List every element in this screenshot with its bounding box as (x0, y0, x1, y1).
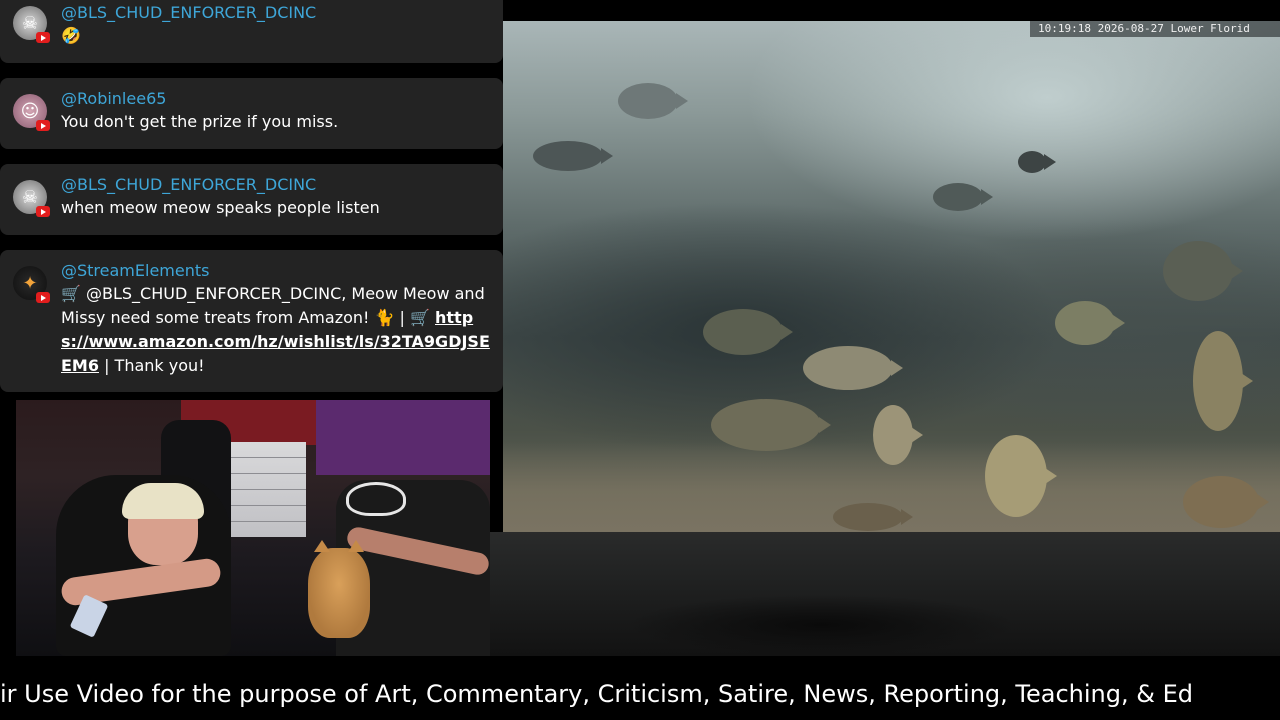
cat (308, 540, 370, 638)
chat-text: when meow meow speaks people listen (61, 198, 380, 217)
feed-shadow-area (490, 532, 1280, 656)
chat-text: You don't get the prize if you miss. (61, 112, 339, 131)
fish (833, 503, 903, 531)
youtube-badge-icon (36, 292, 50, 303)
chat-username: @Robinlee65 (61, 89, 167, 108)
youtube-badge-icon (36, 32, 50, 43)
fish (1193, 331, 1243, 431)
chat-username: @StreamElements (61, 261, 210, 280)
chat-avatar: ☠ (13, 180, 50, 217)
chat-username: @BLS_CHUD_ENFORCER_DCINC (61, 175, 317, 194)
chat-message: ✦ @StreamElements 🛒 @BLS_CHUD_ENFORCER_D… (0, 250, 503, 392)
ticker-text: ir Use Video for the purpose of Art, Com… (0, 680, 1193, 708)
chat-text: 🛒 @BLS_CHUD_ENFORCER_DCINC, Meow Meow an… (61, 282, 491, 378)
underwater-camera-feed (503, 21, 1280, 532)
chat-avatar: ☺ (13, 94, 50, 131)
fish (711, 399, 821, 451)
chat-message: ☠ @BLS_CHUD_ENFORCER_DCINC 🤣 (0, 0, 503, 63)
youtube-badge-icon (36, 206, 50, 217)
fish (703, 309, 783, 355)
cat-ear (314, 540, 330, 552)
chat-avatar: ✦ (13, 266, 50, 303)
fish (1018, 151, 1046, 173)
chat-message: ☺ @Robinlee65 You don't get the prize if… (0, 78, 503, 149)
stream-layout: 10:19:18 2026-08-27 Lower Florid ☠ @BLS_… (0, 0, 1280, 720)
camera-timestamp: 10:19:18 2026-08-27 Lower Florid (1030, 21, 1280, 37)
youtube-badge-icon (36, 120, 50, 131)
streamer-webcam (16, 400, 490, 656)
fish (803, 346, 893, 390)
neon-wall (316, 400, 490, 475)
fair-use-ticker: ir Use Video for the purpose of Art, Com… (0, 672, 1280, 720)
chat-message: ☠ @BLS_CHUD_ENFORCER_DCINC when meow meo… (0, 164, 503, 235)
fish (1183, 476, 1259, 528)
fish (1055, 301, 1115, 345)
chat-text-prefix: 🛒 @BLS_CHUD_ENFORCER_DCINC, Meow Meow an… (61, 284, 485, 327)
chat-username: @BLS_CHUD_ENFORCER_DCINC (61, 3, 317, 22)
chat-text: 🤣 (61, 26, 81, 45)
shirt-skull-graphic (346, 482, 406, 516)
fish (1163, 241, 1233, 301)
fish (618, 83, 678, 119)
streamer-hair (122, 483, 204, 519)
fish (533, 141, 603, 171)
chat-text-suffix: | Thank you! (98, 356, 205, 375)
cat-ear (348, 540, 364, 552)
fish (873, 405, 913, 465)
chat-avatar: ☠ (13, 6, 50, 43)
fish (985, 435, 1047, 517)
fish (933, 183, 983, 211)
